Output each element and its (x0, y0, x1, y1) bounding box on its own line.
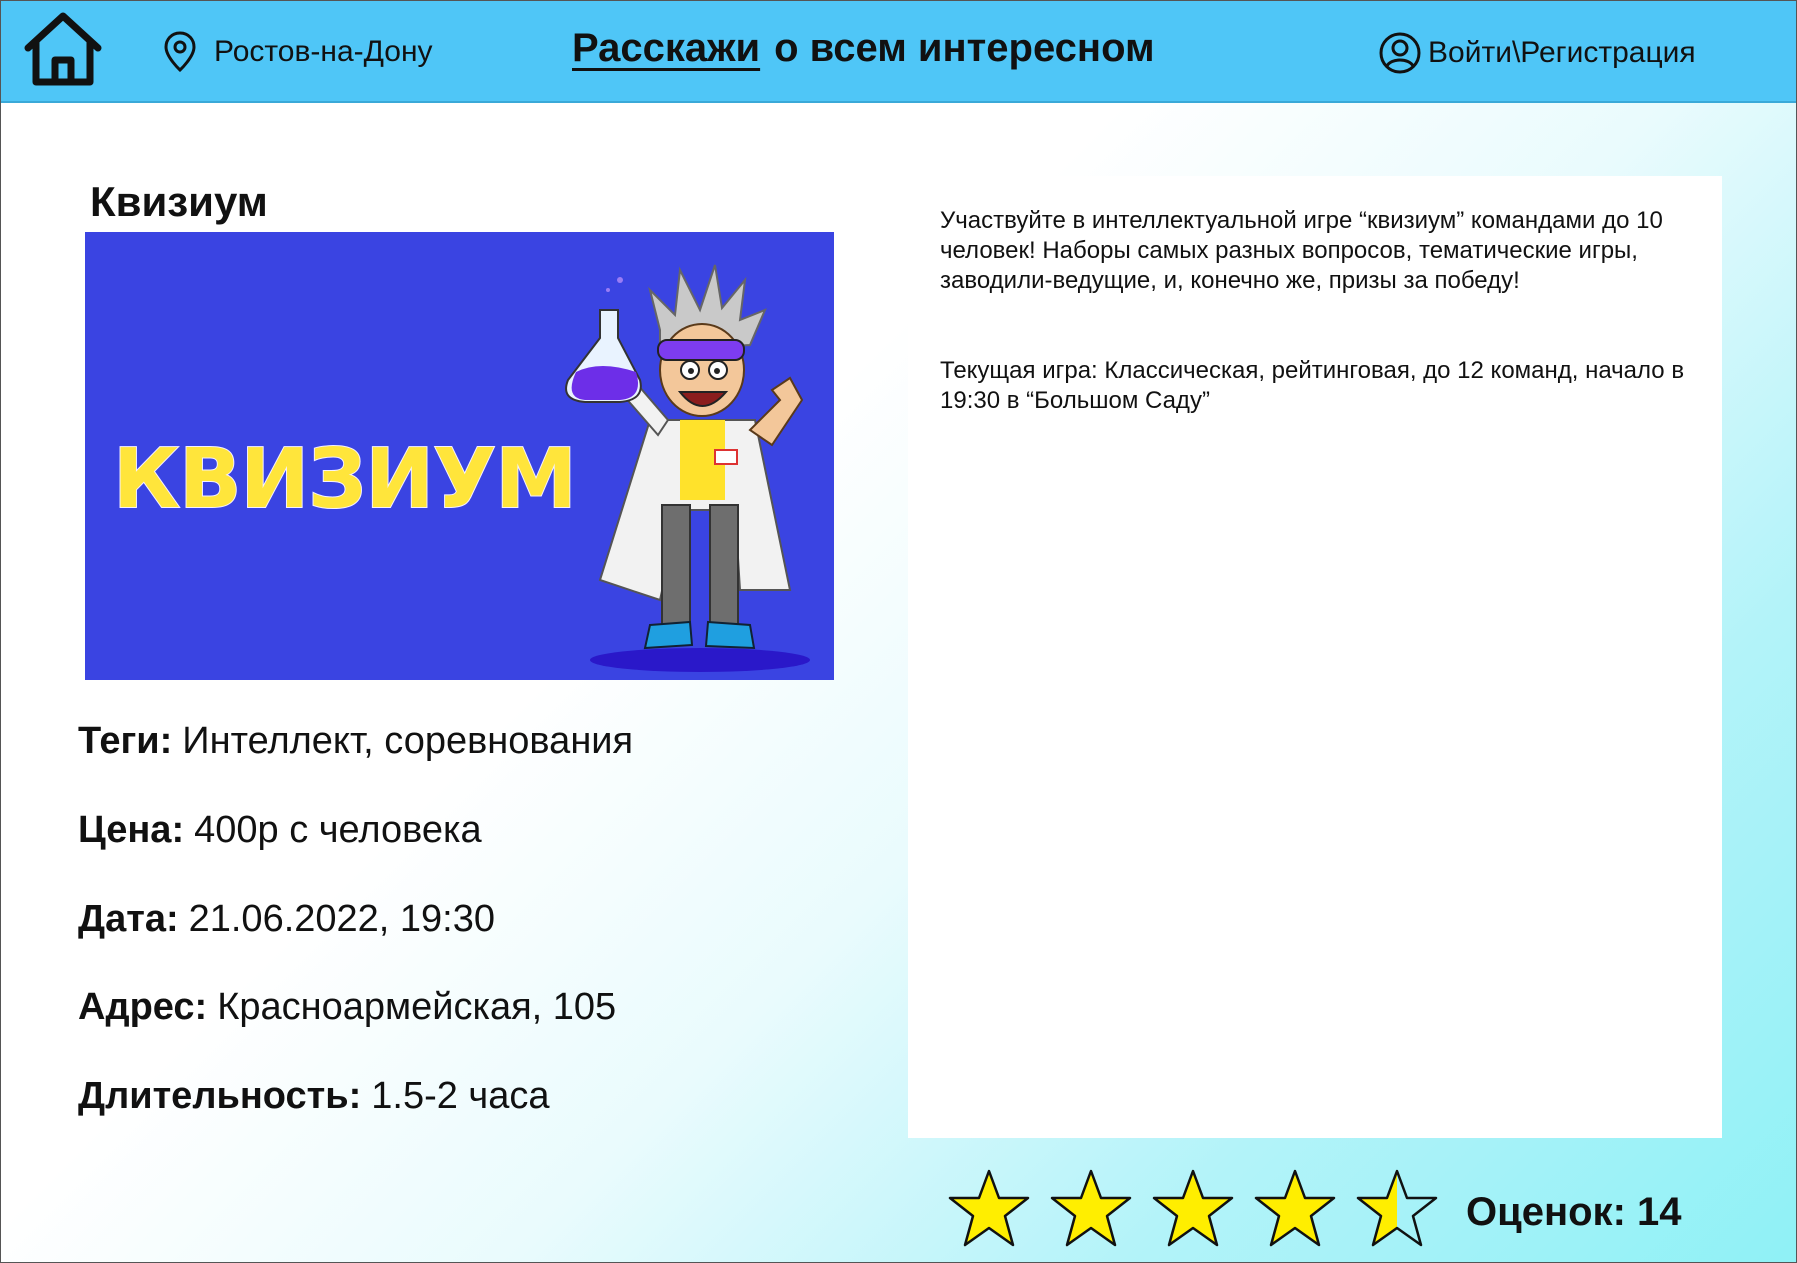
detail-price: Цена: 400р с человека (78, 809, 482, 852)
detail-value: 400р с человека (194, 809, 482, 851)
location-pin-icon (164, 31, 196, 73)
detail-label: Цена: (78, 809, 185, 851)
detail-label: Адрес: (78, 986, 208, 1028)
event-image: КВИЗИУМ (85, 232, 834, 680)
description-paragraph: Участвуйте в интеллектуальной игре “квиз… (940, 207, 1663, 294)
detail-tags: Теги: Интеллект, соревнования (78, 720, 633, 763)
star-icon[interactable] (1049, 1168, 1133, 1248)
event-description-card: Участвуйте в интеллектуальной игре “квиз… (908, 176, 1722, 1138)
star-icon[interactable] (1355, 1168, 1439, 1248)
user-circle-icon (1379, 32, 1421, 74)
detail-value: 21.06.2022, 19:30 (188, 898, 496, 940)
event-logo-text: КВИЗИУМ (112, 431, 578, 528)
detail-label: Теги: (78, 720, 173, 762)
rating-count: Оценок: 14 (1466, 1190, 1682, 1234)
detail-value: 1.5-2 часа (371, 1075, 550, 1117)
detail-duration: Длительность: 1.5-2 часа (78, 1075, 550, 1118)
detail-value: Интеллект, соревнования (182, 720, 634, 762)
city-selector[interactable]: Ростов-на-Дону (162, 30, 433, 74)
home-icon[interactable] (20, 10, 106, 88)
detail-address: Адрес: Красноармейская, 105 (78, 986, 616, 1029)
detail-value: Красноармейская, 105 (217, 986, 617, 1028)
detail-date: Дата: 21.06.2022, 19:30 (78, 898, 495, 941)
event-title: Квизиум (90, 178, 268, 225)
star-rating[interactable] (947, 1168, 1439, 1248)
star-icon[interactable] (1151, 1168, 1235, 1248)
site-tagline: о всем интересном (774, 26, 1155, 70)
city-label: Ростов-на-Дону (214, 35, 433, 68)
site-brand-link[interactable]: Расскажи (572, 26, 760, 70)
star-icon[interactable] (1253, 1168, 1337, 1248)
scientist-mascot-illustration (565, 264, 810, 672)
detail-label: Длительность: (78, 1075, 362, 1117)
description-paragraph: Текущая игра: Классическая, рейтинговая,… (940, 357, 1685, 414)
login-register-label: Войти\Регистрация (1428, 36, 1696, 69)
detail-label: Дата: (78, 898, 179, 940)
site-title: Расскажи о всем интересном (572, 26, 1155, 71)
star-icon[interactable] (947, 1168, 1031, 1248)
top-header: Ростов-на-Дону Расскажи о всем интересном… (0, 0, 1797, 103)
login-register-button[interactable]: Войти\Регистрация (1378, 30, 1696, 76)
